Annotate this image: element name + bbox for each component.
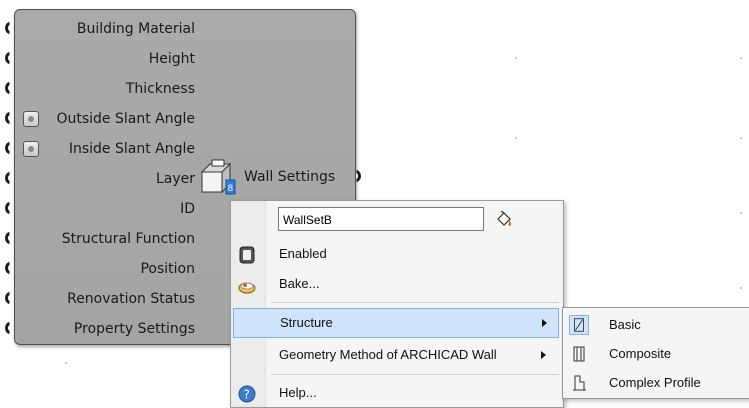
slider-icon[interactable] — [23, 111, 39, 127]
complex-profile-icon — [573, 375, 586, 391]
enabled-icon — [239, 246, 255, 264]
slider-icon[interactable] — [23, 141, 39, 157]
output-label: Wall Settings — [244, 169, 336, 185]
canvas-dot — [515, 57, 517, 59]
context-menu: WallSetB Enabled Bake... Structure Geome… — [230, 200, 564, 408]
canvas-dot — [65, 362, 67, 364]
menu-item-enabled[interactable]: Enabled — [231, 239, 561, 269]
help-icon: ? — [238, 385, 256, 403]
composite-structure-icon — [573, 346, 585, 362]
submenu-item-complex-profile[interactable]: Complex Profile — [563, 368, 749, 398]
input-param-label: Inside Slant Angle — [68, 141, 195, 157]
submenu-item-label: Complex Profile — [609, 375, 701, 390]
menu-item-label: Geometry Method of ARCHICAD Wall — [279, 347, 497, 362]
wall-settings-icon: 8 — [200, 159, 236, 195]
input-param-label: Height — [148, 51, 195, 67]
input-param-label: Thickness — [125, 81, 195, 97]
menu-item-geometry-method[interactable]: Geometry Method of ARCHICAD Wall — [231, 340, 561, 370]
menu-item-label: Bake... — [279, 276, 320, 291]
canvas-dot — [740, 287, 742, 289]
submenu-item-label: Composite — [609, 346, 672, 361]
menu-item-help[interactable]: ? Help... — [231, 378, 561, 408]
menu-item-bake[interactable]: Bake... — [231, 269, 561, 299]
menu-separator — [271, 302, 559, 303]
menu-item-label: Enabled — [279, 246, 327, 261]
component-name-field[interactable]: WallSetB — [278, 207, 484, 231]
svg-text:8: 8 — [228, 184, 234, 194]
input-param-label: Structural Function — [61, 231, 195, 247]
submenu-item-label: Basic — [609, 317, 641, 332]
menu-item-label: Structure — [280, 315, 333, 330]
structure-submenu: Basic Composite Complex Profile — [562, 307, 749, 399]
canvas-dot — [740, 57, 742, 59]
menu-item-label: Help... — [279, 385, 317, 400]
submenu-item-basic[interactable]: Basic — [563, 310, 749, 340]
input-param-label: Layer — [155, 171, 195, 187]
input-param-label: ID — [180, 201, 195, 217]
input-param-label: Building Material — [76, 21, 195, 37]
submenu-item-composite[interactable]: Composite — [563, 339, 749, 369]
submenu-arrow-icon — [542, 319, 547, 327]
input-param-label: Property Settings — [73, 321, 195, 337]
svg-text:?: ? — [244, 388, 250, 402]
menu-icon-gutter — [231, 201, 266, 407]
canvas-dot — [740, 212, 742, 214]
paint-bucket-icon[interactable] — [495, 211, 513, 229]
bake-icon — [238, 282, 256, 294]
input-param-label: Outside Slant Angle — [56, 111, 195, 127]
menu-separator — [271, 374, 559, 375]
input-param-label: Renovation Status — [67, 291, 195, 307]
submenu-arrow-icon — [541, 351, 546, 359]
canvas-dot — [740, 137, 742, 139]
canvas-dot — [515, 137, 517, 139]
menu-item-structure[interactable]: Structure — [233, 308, 559, 338]
input-param-label: Position — [140, 261, 195, 277]
basic-structure-icon — [569, 315, 589, 335]
